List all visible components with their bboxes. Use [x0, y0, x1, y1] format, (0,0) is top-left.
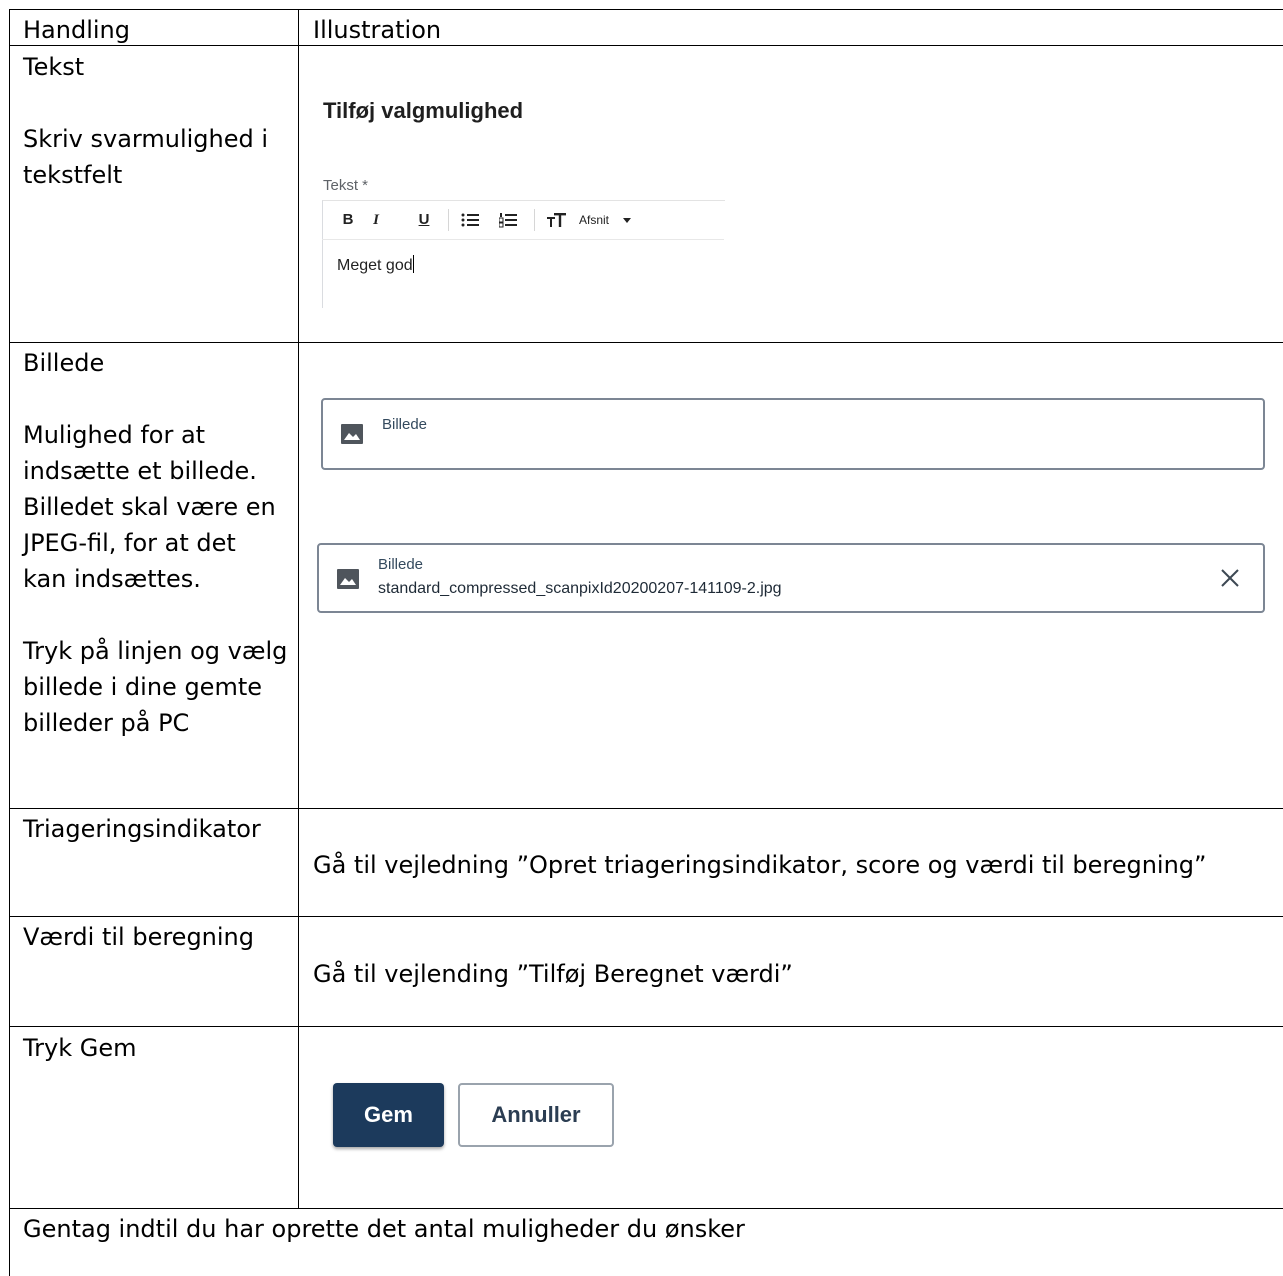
dialog-title: Tilføj valgmulighed	[323, 98, 524, 123]
underline-button[interactable]: U	[414, 209, 434, 231]
row-tekst-action: Tekst Skriv svarmulighed i tekstfelt	[23, 53, 269, 189]
italic-button[interactable]: I	[366, 209, 386, 231]
row-vaerdi-illustration: Gå til vejlending ”Tilføj Beregnet værdi…	[313, 960, 793, 988]
text-size-icon[interactable]	[545, 209, 569, 231]
column-header-handling: Handling	[23, 16, 130, 44]
image-icon	[337, 569, 359, 589]
table-border	[9, 9, 1283, 10]
toolbar-divider	[534, 209, 535, 231]
row-vaerdi-action: Værdi til beregning	[23, 923, 254, 951]
editor-content[interactable]: Meget god	[337, 255, 414, 275]
table-border	[9, 45, 1283, 46]
text-caret	[412, 255, 414, 273]
editor-toolbar: B I U Afsnit	[322, 201, 724, 240]
text-style-select[interactable]: Afsnit	[573, 209, 615, 231]
row-billede-action: Billede Mulighed for at indsætte et bill…	[23, 349, 288, 737]
table-border	[9, 9, 10, 1276]
bullet-list-icon[interactable]	[459, 209, 481, 231]
column-header-illustration: Illustration	[313, 16, 442, 44]
image-filename: standard_compressed_scanpixId20200207-14…	[378, 580, 782, 597]
caret-down-icon[interactable]	[620, 209, 634, 231]
table-border	[9, 1026, 1283, 1027]
table-border	[9, 1208, 1283, 1209]
instruction-table: Handling Illustration Tekst Skriv svarmu…	[0, 0, 1283, 1276]
numbered-list-icon[interactable]	[497, 209, 519, 231]
row-gem-action: Tryk Gem	[23, 1034, 137, 1062]
table-footer-note: Gentag indtil du har oprette det antal m…	[23, 1215, 745, 1243]
row-triage-illustration: Gå til vejledning ”Opret triageringsindi…	[313, 851, 1207, 879]
toolbar-divider	[448, 209, 449, 231]
text-field-label: Tekst *	[323, 177, 369, 194]
table-border	[9, 916, 1283, 917]
row-triage-action: Triageringsindikator	[23, 815, 261, 843]
cancel-button[interactable]: Annuller	[458, 1083, 614, 1147]
editor-value: Meget god	[337, 257, 413, 274]
image-upload-field-filled[interactable]: Billede standard_compressed_scanpixId202…	[317, 543, 1265, 613]
table-border	[9, 342, 1283, 343]
image-icon	[341, 424, 363, 444]
table-border	[298, 9, 299, 1208]
save-button[interactable]: Gem	[333, 1083, 444, 1147]
table-border	[9, 808, 1283, 809]
image-field-label: Billede	[378, 556, 424, 573]
image-field-label: Billede	[382, 416, 428, 433]
close-icon[interactable]	[1219, 567, 1241, 589]
image-upload-field[interactable]: Billede	[321, 398, 1265, 470]
bold-button[interactable]: B	[338, 209, 358, 231]
